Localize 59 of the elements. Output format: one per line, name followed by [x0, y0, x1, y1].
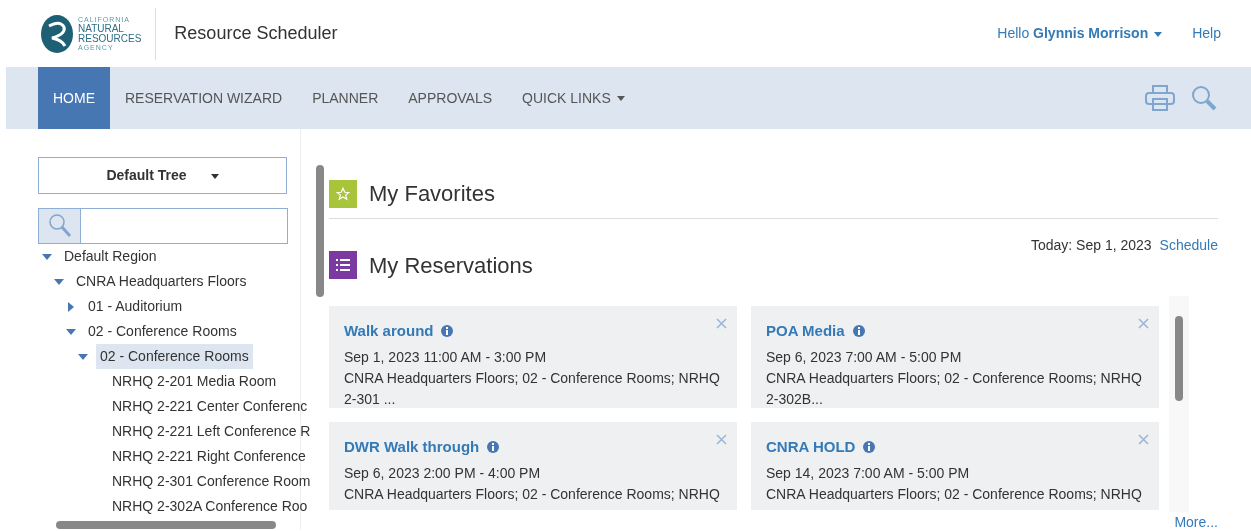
tree-item[interactable]: Default Region — [60, 244, 161, 269]
info-icon[interactable] — [441, 325, 454, 338]
tree-dropdown[interactable]: Default Tree — [38, 157, 287, 194]
close-icon — [716, 317, 727, 329]
schedule-link[interactable]: Schedule — [1159, 235, 1218, 256]
app-title: Resource Scheduler — [174, 22, 338, 45]
reservation-time: Sep 1, 2023 11:00 AM - 3:00 PM — [344, 347, 548, 367]
reservation-title[interactable]: POA Media — [766, 320, 845, 343]
reservation-location: CNRA Headquarters Floors; 02 - Conference Rooms; NRHQ 2-302B... — [766, 368, 1143, 408]
tree-item[interactable]: NRHQ 2-221 Right Conference — [108, 444, 310, 469]
search-icon[interactable] — [47, 213, 72, 239]
tree-item[interactable]: CNRA Headquarters Floors — [72, 269, 251, 294]
user-menu[interactable]: Hello Glynnis Morrison — [997, 23, 1163, 44]
search-icon[interactable] — [1191, 85, 1217, 111]
info-icon[interactable] — [852, 325, 865, 338]
collapse-arrow-icon[interactable] — [54, 278, 64, 285]
star-icon — [336, 186, 350, 201]
reservation-time: Sep 6, 2023 2:00 PM - 4:00 PM — [344, 463, 542, 483]
tree-item[interactable]: 02 - Conference Rooms — [84, 319, 241, 344]
more-link[interactable]: More... — [1174, 512, 1218, 531]
tree-item[interactable]: 01 - Auditorium — [84, 294, 187, 319]
reservation-title[interactable]: Walk around — [344, 320, 434, 343]
tree-item[interactable]: NRHQ 2-201 Media Room — [108, 369, 281, 394]
tree-item[interactable]: 02 - Conference Rooms — [96, 344, 253, 369]
nav-tab[interactable]: RESERVATION WIZARD — [110, 67, 298, 129]
scrollbar[interactable] — [1169, 296, 1189, 512]
reservation-title[interactable]: CNRA HOLD — [766, 436, 856, 459]
help-link[interactable]: Help — [1192, 23, 1221, 44]
search-field[interactable] — [38, 208, 288, 244]
print-icon[interactable] — [1145, 85, 1175, 111]
reservation-title[interactable]: DWR Walk through — [344, 436, 480, 459]
collapse-arrow-icon[interactable] — [78, 353, 88, 360]
expand-arrow-icon[interactable] — [68, 301, 74, 312]
reservation-time: Sep 14, 2023 7:00 AM - 5:00 PM — [766, 463, 971, 483]
nav-tab[interactable]: HOME — [38, 67, 110, 129]
info-icon[interactable] — [487, 441, 500, 454]
reservation-time: Sep 6, 2023 7:00 AM - 5:00 PM — [766, 347, 963, 367]
reservation-location: CNRA Headquarters Floors; 02 - Conference Rooms; NRHQ — [766, 484, 1143, 504]
today-date: Today: Sep 1, 2023 — [1030, 236, 1152, 255]
tree-item[interactable]: NRHQ 2-221 Center Conferenc — [108, 394, 312, 419]
close-icon — [1138, 317, 1149, 329]
reservation-location: CNRA Headquarters Floors; 02 - Conference Rooms; NRHQ — [344, 484, 721, 504]
nav-tab[interactable]: QUICK LINKS — [507, 67, 640, 129]
caret-icon[interactable] — [616, 95, 625, 101]
section-title: My Favorites — [369, 180, 495, 208]
logo-icon — [40, 13, 74, 54]
collapse-arrow-icon[interactable] — [66, 328, 76, 335]
info-icon[interactable] — [863, 441, 876, 454]
list-icon — [336, 259, 350, 271]
tree-item[interactable]: NRHQ 2-301 Conference Room — [108, 469, 315, 494]
reservation-location: CNRA Headquarters Floors; 02 - Conference Rooms; NRHQ 2-301 ... — [344, 368, 721, 408]
nav-tab[interactable]: PLANNER — [297, 67, 394, 129]
close-icon — [1138, 433, 1149, 445]
section-title: My Reservations — [369, 252, 533, 280]
collapse-arrow-icon[interactable] — [42, 253, 52, 260]
tree-item[interactable]: NRHQ 2-302A Conference Roo — [108, 494, 312, 519]
tree-item[interactable]: NRHQ 2-221 Left Conference R — [108, 419, 315, 444]
nav-tab[interactable]: APPROVALS — [393, 67, 508, 129]
close-icon — [716, 433, 727, 445]
